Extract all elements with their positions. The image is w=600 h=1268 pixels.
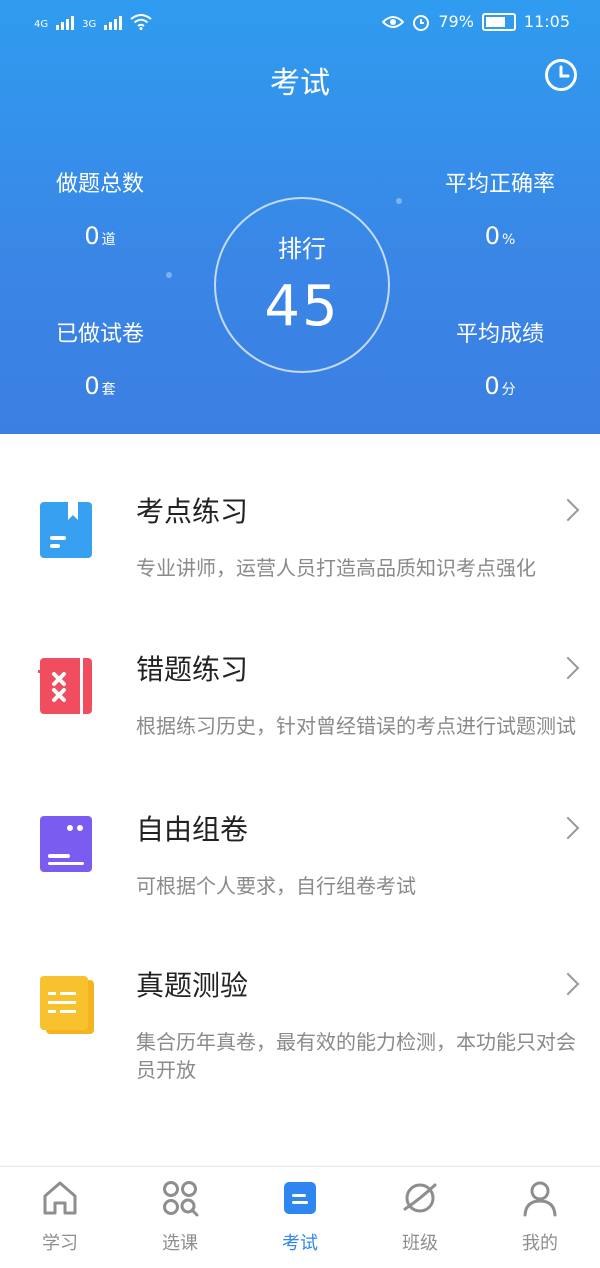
- chevron-right-icon: [556, 816, 580, 840]
- menu-item-title: 考点练习: [136, 495, 249, 528]
- rank-value: 45: [264, 274, 340, 339]
- nav-tab-label: 考试: [282, 1233, 318, 1254]
- menu-item-title: 自由组卷: [136, 813, 249, 846]
- home-icon: [43, 1181, 77, 1215]
- menu-item-desc: 集合历年真卷，最有效的能力检测，本功能只对会员开放: [136, 1030, 576, 1082]
- eye-icon: [382, 15, 405, 28]
- bottom-nav: 学习 选课 考试 班级 我的: [0, 1166, 600, 1268]
- stat-label: 平均成绩: [455, 322, 544, 347]
- menu-item-title: 真题测验: [136, 969, 249, 1002]
- menu-item-desc: 根据练习历史，针对曾经错误的考点进行试题测试: [136, 714, 576, 738]
- nav-tab-courses[interactable]: 选课: [120, 1179, 240, 1255]
- stat-number: 0: [84, 372, 100, 400]
- nav-tab-class[interactable]: 班级: [360, 1179, 480, 1255]
- stat-value: 0分: [400, 372, 600, 400]
- wifi-icon: [130, 14, 152, 30]
- nav-tab-label: 我的: [522, 1233, 558, 1254]
- menu-item-real-exam[interactable]: 真题测验 集合历年真卷，最有效的能力检测，本功能只对会员开放: [0, 960, 600, 1090]
- chevron-right-icon: [556, 498, 580, 522]
- error-notebook-icon: [38, 658, 92, 714]
- stat-label: 已做试卷: [55, 322, 144, 347]
- stat-unit: 道: [101, 232, 116, 248]
- planet-icon: [403, 1183, 437, 1213]
- rank-label: 排行: [278, 235, 326, 263]
- nav-tab-exam[interactable]: 考试: [240, 1179, 360, 1255]
- stat-label: 做题总数: [55, 172, 144, 197]
- bookmark-book-icon: [40, 502, 92, 558]
- nav-tab-label: 班级: [402, 1233, 438, 1254]
- user-icon: [523, 1181, 557, 1217]
- nav-tab-mine[interactable]: 我的: [480, 1179, 600, 1255]
- rank-ring[interactable]: 排行 45: [214, 197, 390, 373]
- stat-number: 0: [484, 372, 500, 400]
- stat-unit: 分: [501, 382, 516, 398]
- chevron-right-icon: [556, 972, 580, 996]
- status-time: 11:05: [523, 12, 570, 31]
- grid-search-icon: [163, 1181, 199, 1217]
- nav-tab-label: 选课: [162, 1233, 198, 1254]
- stat-number: 0: [84, 222, 100, 250]
- decor-dot: [166, 272, 172, 278]
- chevron-right-icon: [556, 656, 580, 680]
- nav-tab-study[interactable]: 学习: [0, 1179, 120, 1255]
- stat-value: 0%: [400, 222, 600, 250]
- stat-label: 平均正确率: [444, 172, 555, 197]
- stat-total-questions: 做题总数 0道: [0, 166, 200, 250]
- stat-number: 0: [484, 222, 500, 250]
- stat-accuracy: 平均正确率 0%: [400, 166, 600, 250]
- network-1-label: 4G: [34, 19, 49, 30]
- exam-paper-icon: [40, 976, 94, 1034]
- menu-item-custom-paper[interactable]: 自由组卷 可根据个人要求，自行组卷考试: [0, 800, 600, 920]
- signal-1-icon: [56, 16, 75, 30]
- battery-icon: [481, 12, 516, 31]
- menu-item-title: 错题练习: [136, 653, 249, 686]
- menu-item-exam-points[interactable]: 考点练习 专业讲师，运营人员打造高品质知识考点强化: [0, 480, 600, 600]
- battery-percent: 79%: [438, 12, 474, 31]
- stat-unit: %: [501, 232, 516, 248]
- network-2-label: 3G: [82, 19, 97, 30]
- stat-average-score: 平均成绩 0分: [400, 316, 600, 400]
- page-title: 考试: [270, 66, 330, 101]
- stat-unit: 套: [101, 382, 116, 398]
- stat-value: 0道: [0, 222, 200, 250]
- alarm-icon: [413, 14, 430, 31]
- menu-item-desc: 专业讲师，运营人员打造高品质知识考点强化: [136, 556, 536, 580]
- signal-2-icon: [104, 16, 123, 30]
- exam-header: 4G 3G 79% 11:05 考试 做题总数 0 道 平均正确率 0 % 已做…: [0, 0, 600, 434]
- menu-item-desc: 可根据个人要求，自行组卷考试: [136, 874, 416, 898]
- menu-item-wrong-questions[interactable]: 错题练习 根据练习历史，针对曾经错误的考点进行试题测试: [0, 640, 600, 770]
- nav-tab-label: 学习: [42, 1233, 78, 1254]
- clock-icon[interactable]: [544, 58, 578, 92]
- compose-paper-icon: [40, 816, 92, 872]
- status-bar: 4G 3G 79% 11:05: [0, 10, 600, 40]
- stat-papers-done: 已做试卷 0套: [0, 316, 200, 400]
- exam-icon: [284, 1182, 316, 1214]
- stat-value: 0套: [0, 372, 200, 400]
